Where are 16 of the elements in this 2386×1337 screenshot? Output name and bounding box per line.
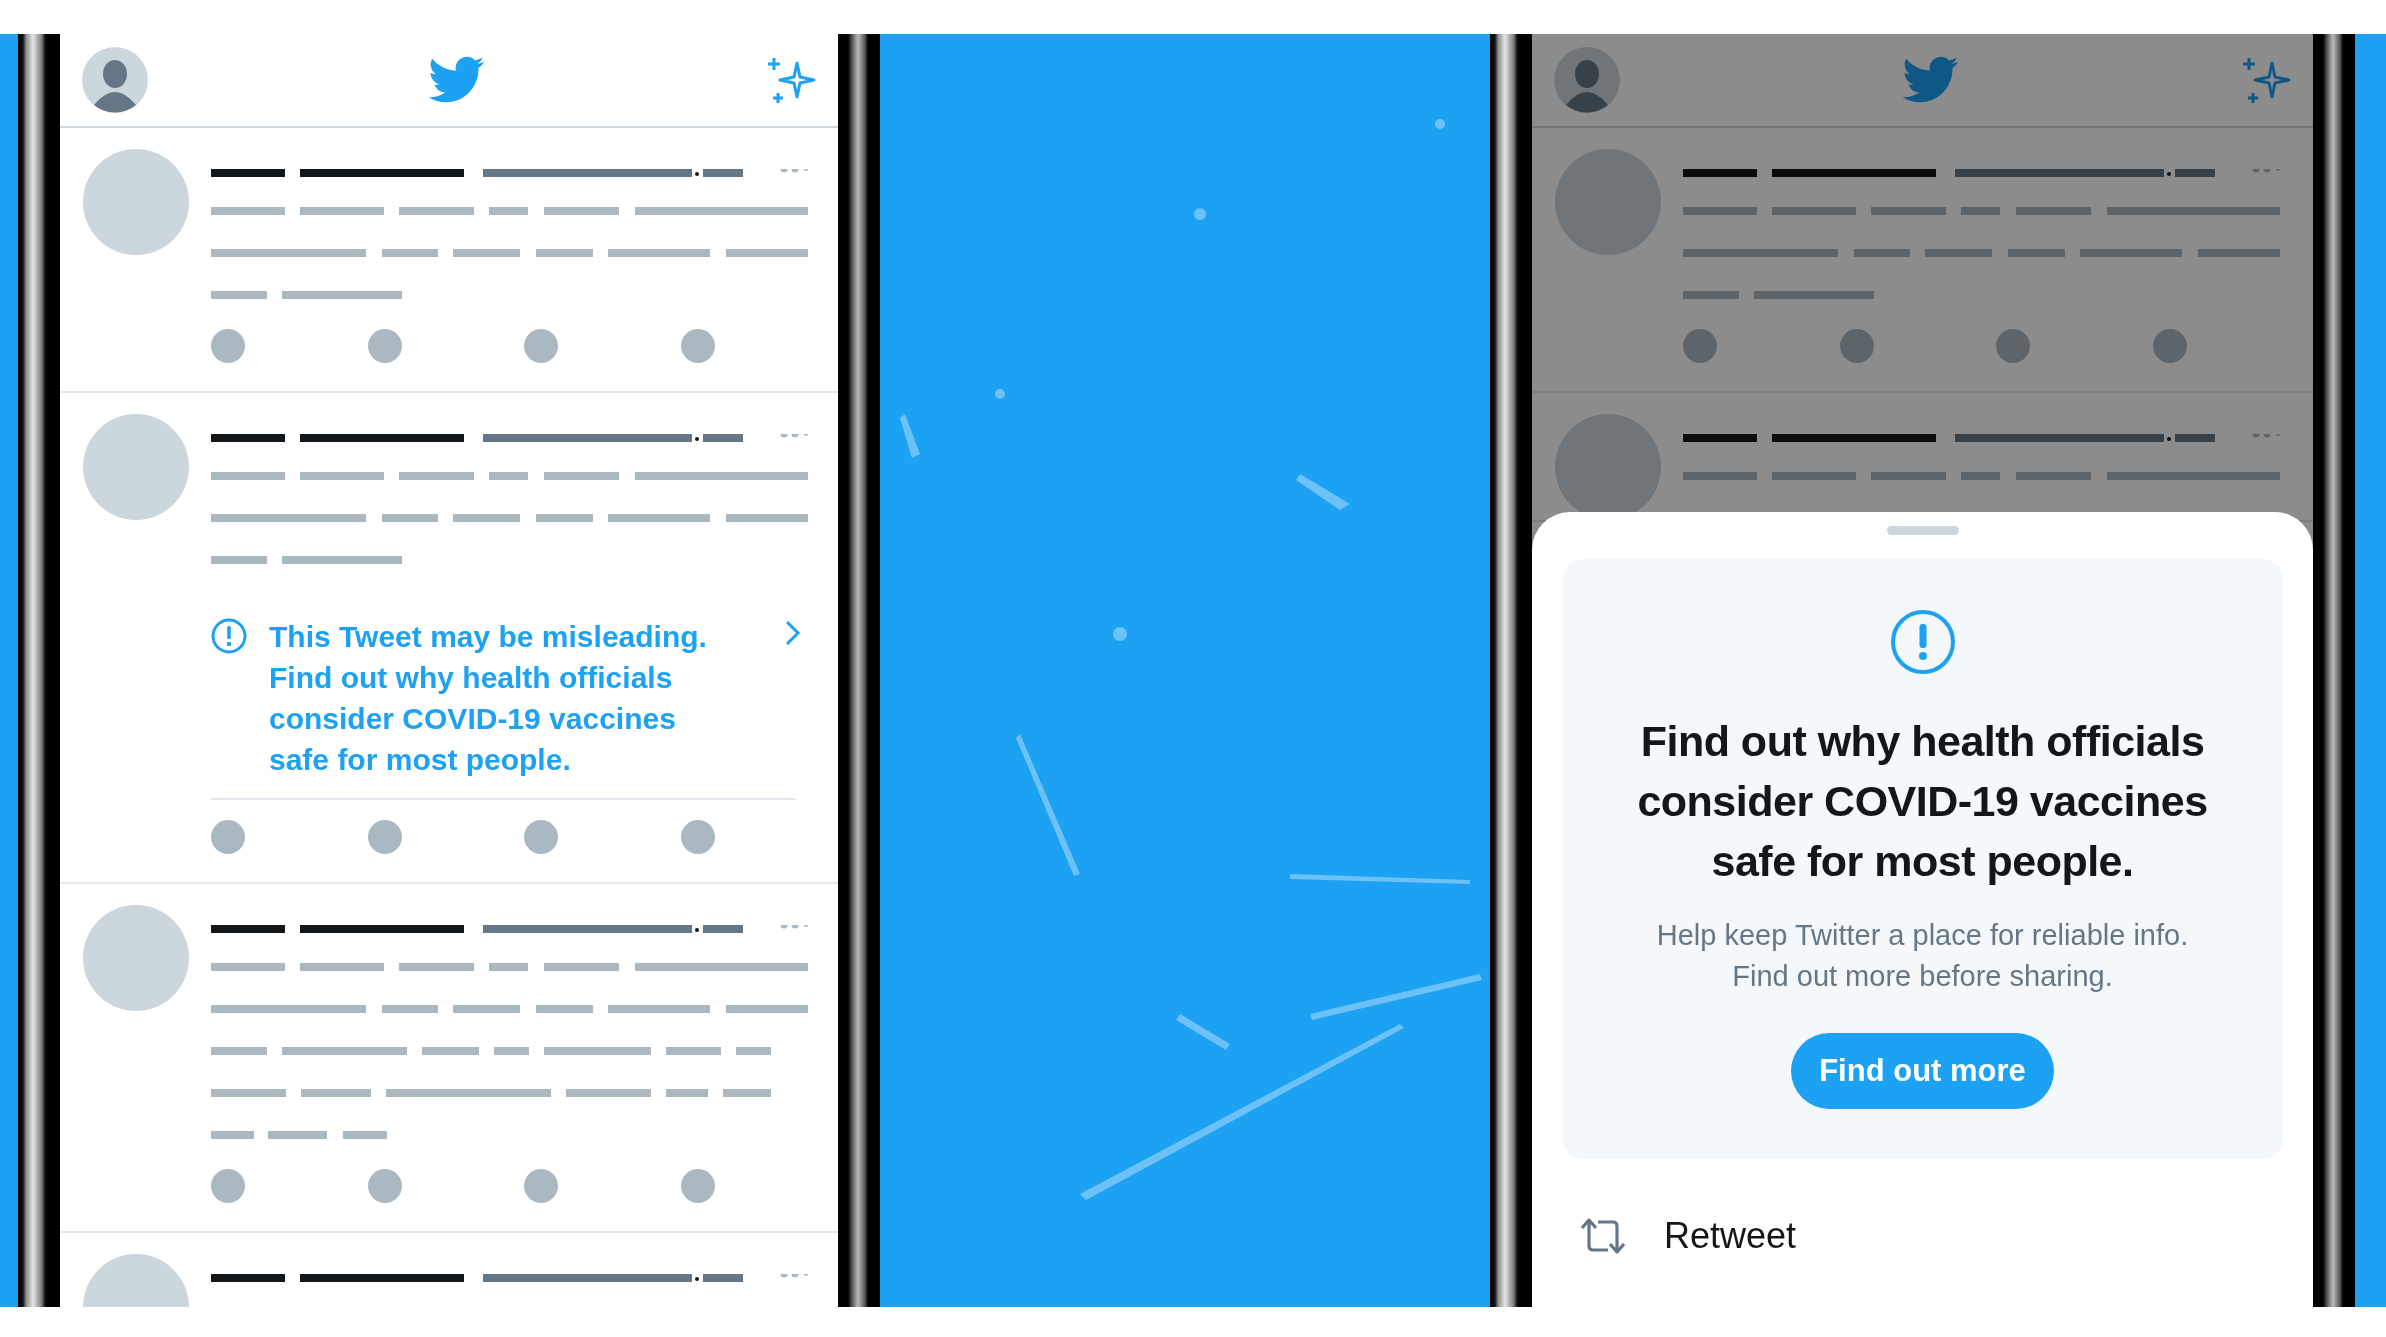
chevron-icon	[785, 620, 801, 646]
misleading-label-link[interactable]: This Tweet may be misleading. Find out why health officials consider COVID-19 vaccines safe for most people.	[269, 616, 739, 780]
sparkle-icon[interactable]	[766, 55, 816, 105]
bird-logo-icon	[1902, 56, 1959, 104]
exclamation-icon	[1889, 609, 1956, 675]
profile-avatar-icon[interactable]	[1554, 47, 1620, 113]
sheet-title: Find out why health officials consider COVID-19 vaccines safe for most people.	[1636, 716, 2209, 887]
exclamation-icon	[211, 618, 247, 654]
retweet-icon[interactable]	[1578, 1216, 1628, 1256]
sheet-handle[interactable]	[1886, 526, 1959, 535]
sheet-description: Help keep Twitter a place for reliable info. Find out more before sharing.	[1655, 918, 2190, 994]
bird-logo-icon	[429, 56, 485, 104]
retweet-action[interactable]: Retweet	[1664, 1215, 1797, 1257]
find-out-more-button[interactable]: Find out more	[1791, 1033, 2054, 1109]
sparkle-icon[interactable]	[2241, 55, 2291, 105]
profile-avatar-icon[interactable]	[82, 47, 148, 113]
